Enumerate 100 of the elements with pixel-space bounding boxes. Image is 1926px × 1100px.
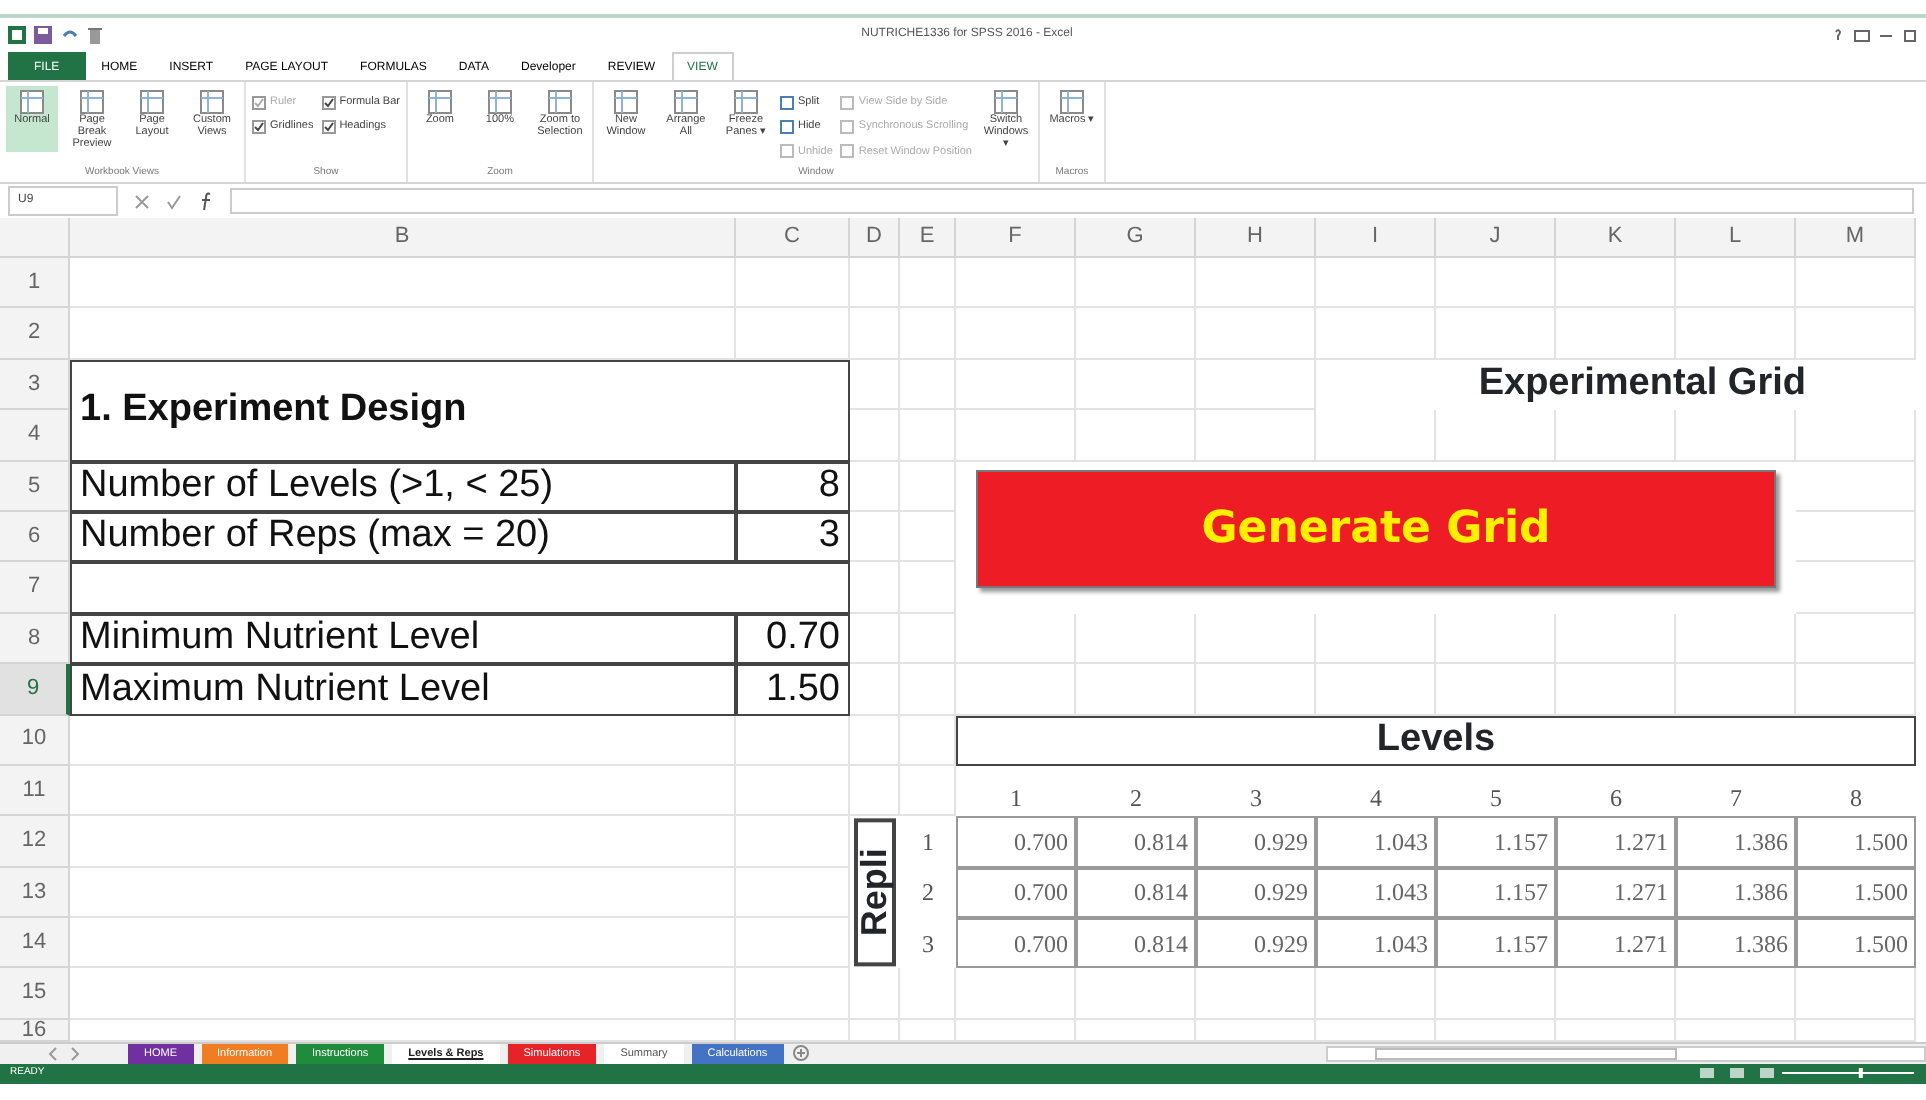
grid-cell[interactable]: [956, 308, 1076, 360]
grid-cell[interactable]: [1556, 968, 1676, 1020]
column-header[interactable]: G: [1076, 218, 1196, 258]
grid-cell[interactable]: [1076, 968, 1196, 1020]
save-icon[interactable]: [34, 26, 52, 44]
row-header[interactable]: 14: [0, 918, 70, 969]
grid-cell[interactable]: [1196, 359, 1316, 411]
grid-cell[interactable]: [956, 613, 1076, 665]
grid-cell[interactable]: [1436, 258, 1556, 309]
grid-cell[interactable]: [70, 968, 736, 1020]
enter-icon[interactable]: [166, 193, 182, 209]
row-header[interactable]: 11: [0, 765, 70, 817]
grid-cell[interactable]: [956, 258, 1076, 309]
grid-cell[interactable]: [1796, 258, 1916, 309]
grid-cell[interactable]: [70, 258, 736, 309]
horizontal-scrollbar[interactable]: [1326, 1045, 1926, 1062]
grid-cell[interactable]: [1796, 461, 1916, 512]
grid-cell[interactable]: [1676, 664, 1796, 716]
grid-cell[interactable]: [70, 816, 736, 868]
grid-cell[interactable]: [1796, 613, 1916, 665]
grid-cell[interactable]: [1796, 511, 1916, 563]
grid-cell[interactable]: [1796, 410, 1916, 462]
generate-grid-button[interactable]: Generate Grid: [976, 469, 1776, 588]
grid-cell[interactable]: [900, 410, 956, 462]
row-header[interactable]: 9: [0, 664, 70, 716]
grid-cell[interactable]: [736, 715, 850, 766]
grid-cell[interactable]: [1796, 562, 1916, 614]
grid-cell[interactable]: [1436, 968, 1556, 1020]
grid-cell[interactable]: [1196, 410, 1316, 462]
grid-cell[interactable]: [1196, 308, 1316, 360]
grid-cell[interactable]: [1076, 613, 1196, 665]
grid-cell[interactable]: [1316, 410, 1436, 462]
row-header[interactable]: 13: [0, 867, 70, 919]
grid-cell[interactable]: [1316, 308, 1436, 360]
row-header[interactable]: 8: [0, 613, 70, 665]
grid-cell[interactable]: [850, 613, 900, 665]
grid-cell[interactable]: [900, 461, 956, 512]
function-icon[interactable]: [198, 191, 214, 211]
row-header[interactable]: 1: [0, 258, 70, 309]
grid-cell[interactable]: [1316, 613, 1436, 665]
grid-cell[interactable]: [1436, 308, 1556, 360]
grid-cell[interactable]: [736, 816, 850, 868]
grid-cell[interactable]: [1556, 410, 1676, 462]
column-header[interactable]: D: [850, 218, 900, 258]
ribbon-options-icon[interactable]: [1854, 27, 1870, 43]
grid-cell[interactable]: [1316, 258, 1436, 309]
formula-field[interactable]: [230, 188, 1914, 214]
grid-cell[interactable]: [70, 867, 736, 919]
grid-cell[interactable]: [1196, 968, 1316, 1020]
grid-cell[interactable]: [956, 664, 1076, 716]
grid-cell[interactable]: [1436, 664, 1556, 716]
grid-cell[interactable]: [736, 968, 850, 1020]
column-header[interactable]: H: [1196, 218, 1316, 258]
row-header[interactable]: 6: [0, 511, 70, 563]
grid-cell[interactable]: [900, 765, 956, 817]
grid-cell[interactable]: [1316, 968, 1436, 1020]
row-header[interactable]: 16: [0, 1019, 70, 1042]
grid-cell[interactable]: [1556, 664, 1676, 716]
grid-cell[interactable]: [900, 715, 956, 766]
grid-cell[interactable]: [850, 410, 900, 462]
row-header[interactable]: 10: [0, 715, 70, 766]
zoom-slider[interactable]: [1778, 1066, 1918, 1081]
grid-cell[interactable]: [850, 968, 900, 1020]
column-header[interactable]: K: [1556, 218, 1676, 258]
maximize-icon[interactable]: [1902, 27, 1918, 43]
grid-cell[interactable]: [1076, 664, 1196, 716]
grid-cell[interactable]: [956, 359, 1076, 411]
column-header[interactable]: M: [1796, 218, 1916, 258]
column-header[interactable]: C: [736, 218, 850, 258]
grid-cell[interactable]: [70, 715, 736, 766]
help-icon[interactable]: [1830, 27, 1846, 43]
grid-cell[interactable]: [850, 258, 900, 309]
column-header[interactable]: J: [1436, 218, 1556, 258]
excel-logo-icon[interactable]: [8, 26, 26, 44]
grid-cell[interactable]: [850, 359, 900, 411]
column-header[interactable]: I: [1316, 218, 1436, 258]
grid-cell[interactable]: [900, 562, 956, 614]
row-header[interactable]: 2: [0, 308, 70, 360]
grid-cell[interactable]: [900, 968, 956, 1020]
grid-cell[interactable]: [1196, 613, 1316, 665]
grid-cell[interactable]: [956, 410, 1076, 462]
grid-cell[interactable]: [736, 308, 850, 360]
grid-cell[interactable]: [1436, 410, 1556, 462]
grid-cell[interactable]: [1196, 664, 1316, 716]
grid-cell[interactable]: [850, 308, 900, 360]
grid-cell[interactable]: [1196, 258, 1316, 309]
grid-cell[interactable]: [1796, 308, 1916, 360]
grid-cell[interactable]: [70, 918, 736, 969]
grid-cell[interactable]: [736, 765, 850, 817]
grid-cell[interactable]: [1796, 968, 1916, 1020]
column-header[interactable]: F: [956, 218, 1076, 258]
scroll-left-icon[interactable]: [48, 1045, 60, 1062]
grid-cell[interactable]: [956, 968, 1076, 1020]
grid-cell[interactable]: [900, 258, 956, 309]
add-sheet-icon[interactable]: [791, 1044, 810, 1063]
row-header[interactable]: 5: [0, 461, 70, 512]
grid-cell[interactable]: [1676, 968, 1796, 1020]
slider-thumb[interactable]: [1858, 1068, 1863, 1079]
grid-cell[interactable]: [1796, 664, 1916, 716]
grid-cell[interactable]: [900, 359, 956, 411]
